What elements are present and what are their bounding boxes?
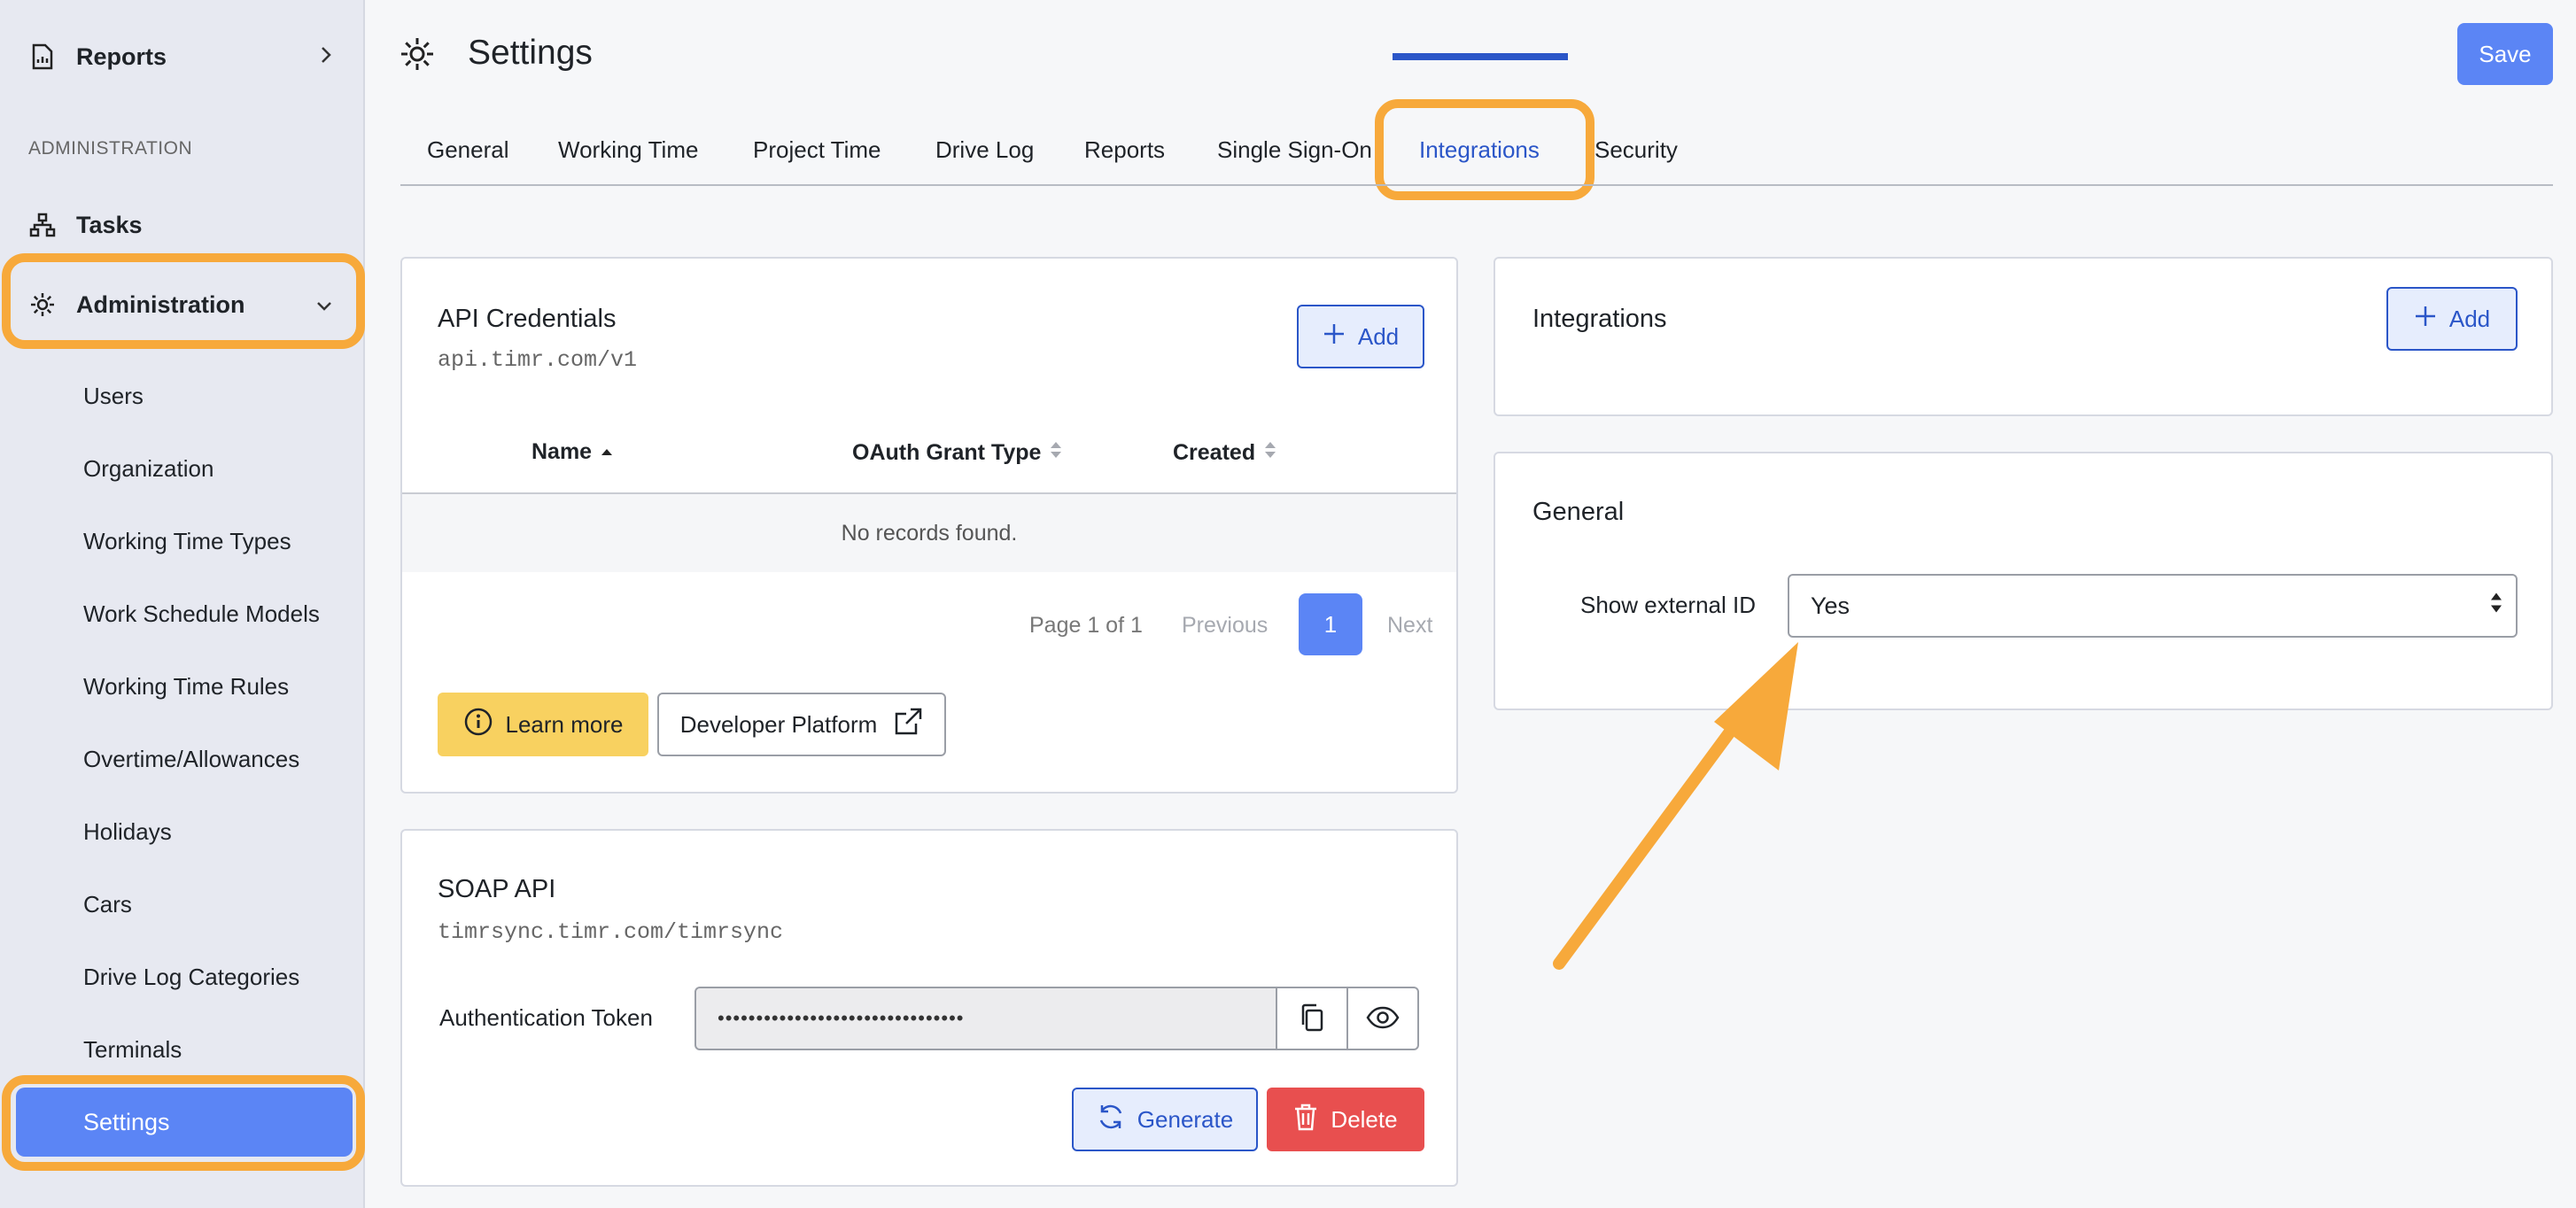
settings-gear-icon <box>399 35 436 73</box>
save-button[interactable]: Save <box>2457 23 2553 85</box>
sidebar-subitem-organization[interactable]: Organization <box>83 455 213 483</box>
sidebar-subitem-users[interactable]: Users <box>83 383 144 410</box>
developer-platform-button[interactable]: Developer Platform <box>657 693 946 756</box>
tab-project-time[interactable]: Project Time <box>753 136 881 164</box>
tab-security[interactable]: Security <box>1594 136 1678 164</box>
api-credentials-title: API Credentials <box>438 305 617 333</box>
trash-icon <box>1293 1103 1318 1137</box>
pager-current-page[interactable]: 1 <box>1299 593 1362 655</box>
sidebar-subitem-drive-log-categories[interactable]: Drive Log Categories <box>83 964 299 991</box>
page-title: Settings <box>468 34 593 72</box>
sidebar-subitem-holidays[interactable]: Holidays <box>83 818 172 846</box>
sort-icon <box>1050 439 1062 467</box>
pager-previous[interactable]: Previous <box>1182 613 1268 639</box>
sidebar-item-label: Tasks <box>76 211 143 238</box>
tab-single-sign-on[interactable]: Single Sign-On <box>1217 136 1372 164</box>
show-token-button[interactable] <box>1346 987 1419 1050</box>
info-icon <box>463 707 493 743</box>
chevron-right-icon <box>319 43 333 71</box>
soap-api-card: SOAP API timrsync.timr.com/timrsync Auth… <box>400 829 1458 1187</box>
report-icon <box>28 43 57 71</box>
tab-general[interactable]: General <box>427 136 509 164</box>
sidebar-subitem-work-schedule-models[interactable]: Work Schedule Models <box>83 600 320 628</box>
tab-drive-log[interactable]: Drive Log <box>935 136 1034 164</box>
delete-token-button[interactable]: Delete <box>1267 1088 1424 1151</box>
sort-ascending-icon <box>601 439 613 465</box>
sort-icon <box>1264 439 1276 467</box>
tab-working-time[interactable]: Working Time <box>558 136 698 164</box>
pager-next[interactable]: Next <box>1387 613 1432 639</box>
table-empty-row: No records found. <box>402 494 1456 572</box>
soap-api-title: SOAP API <box>438 875 556 903</box>
eye-icon <box>1366 1006 1400 1032</box>
sidebar-item-reports[interactable]: Reports <box>0 28 365 85</box>
api-endpoint: api.timr.com/v1 <box>438 347 638 373</box>
generate-token-button[interactable]: Generate <box>1072 1088 1258 1151</box>
authentication-token-field[interactable]: •••••••••••••••••••••••••••••••• <box>694 987 1277 1050</box>
plus-icon <box>2414 305 2437 334</box>
hierarchy-icon <box>28 211 57 239</box>
add-credential-button[interactable]: Add <box>1297 305 1424 368</box>
learn-more-button[interactable]: Learn more <box>438 693 648 756</box>
column-header-name[interactable]: Name <box>531 439 613 465</box>
column-header-created[interactable]: Created <box>1173 439 1276 467</box>
active-tab-indicator <box>1393 53 1568 60</box>
sidebar-item-tasks[interactable]: Tasks <box>0 197 365 253</box>
column-header-oauth-grant-type[interactable]: OAuth Grant Type <box>852 439 1062 467</box>
general-title: General <box>1532 498 1625 526</box>
external-link-icon <box>893 707 923 743</box>
highlight-administration <box>2 253 365 349</box>
add-integration-button[interactable]: Add <box>2386 287 2518 351</box>
sidebar-subitem-working-time-types[interactable]: Working Time Types <box>83 528 291 555</box>
integrations-title: Integrations <box>1532 305 1667 333</box>
pager-info: Page 1 of 1 <box>1029 613 1143 638</box>
copy-token-button[interactable] <box>1276 987 1348 1050</box>
sidebar-subitem-working-time-rules[interactable]: Working Time Rules <box>83 673 289 701</box>
sidebar-subitem-overtime-allowances[interactable]: Overtime/Allowances <box>83 746 299 773</box>
sidebar-subitem-terminals[interactable]: Terminals <box>83 1036 182 1064</box>
sidebar: Reports ADMINISTRATION Tasks Administrat… <box>0 0 365 1208</box>
select-arrows-icon <box>2489 590 2503 623</box>
show-external-id-select[interactable]: Yes <box>1788 574 2518 638</box>
annotation-arrow-icon <box>1553 642 1798 970</box>
sidebar-subitem-cars[interactable]: Cars <box>83 891 132 918</box>
api-credentials-card: API Credentials api.timr.com/v1 Add Name… <box>400 257 1458 794</box>
sidebar-section-heading: ADMINISTRATION <box>28 138 193 159</box>
copy-icon <box>1299 1003 1325 1035</box>
sidebar-item-label: Reports <box>76 43 167 70</box>
tab-integrations[interactable]: Integrations <box>1419 136 1540 164</box>
highlight-settings <box>2 1075 365 1171</box>
authentication-token-label: Authentication Token <box>439 1004 653 1031</box>
settings-tabs: General Working Time Project Time Drive … <box>400 124 2553 186</box>
tab-reports[interactable]: Reports <box>1084 136 1165 164</box>
show-external-id-label: Show external ID <box>1580 592 1756 618</box>
integrations-card: Integrations Add <box>1494 257 2553 416</box>
soap-endpoint: timrsync.timr.com/timrsync <box>438 919 784 945</box>
refresh-icon <box>1097 1103 1125 1137</box>
plus-icon <box>1323 322 1346 352</box>
